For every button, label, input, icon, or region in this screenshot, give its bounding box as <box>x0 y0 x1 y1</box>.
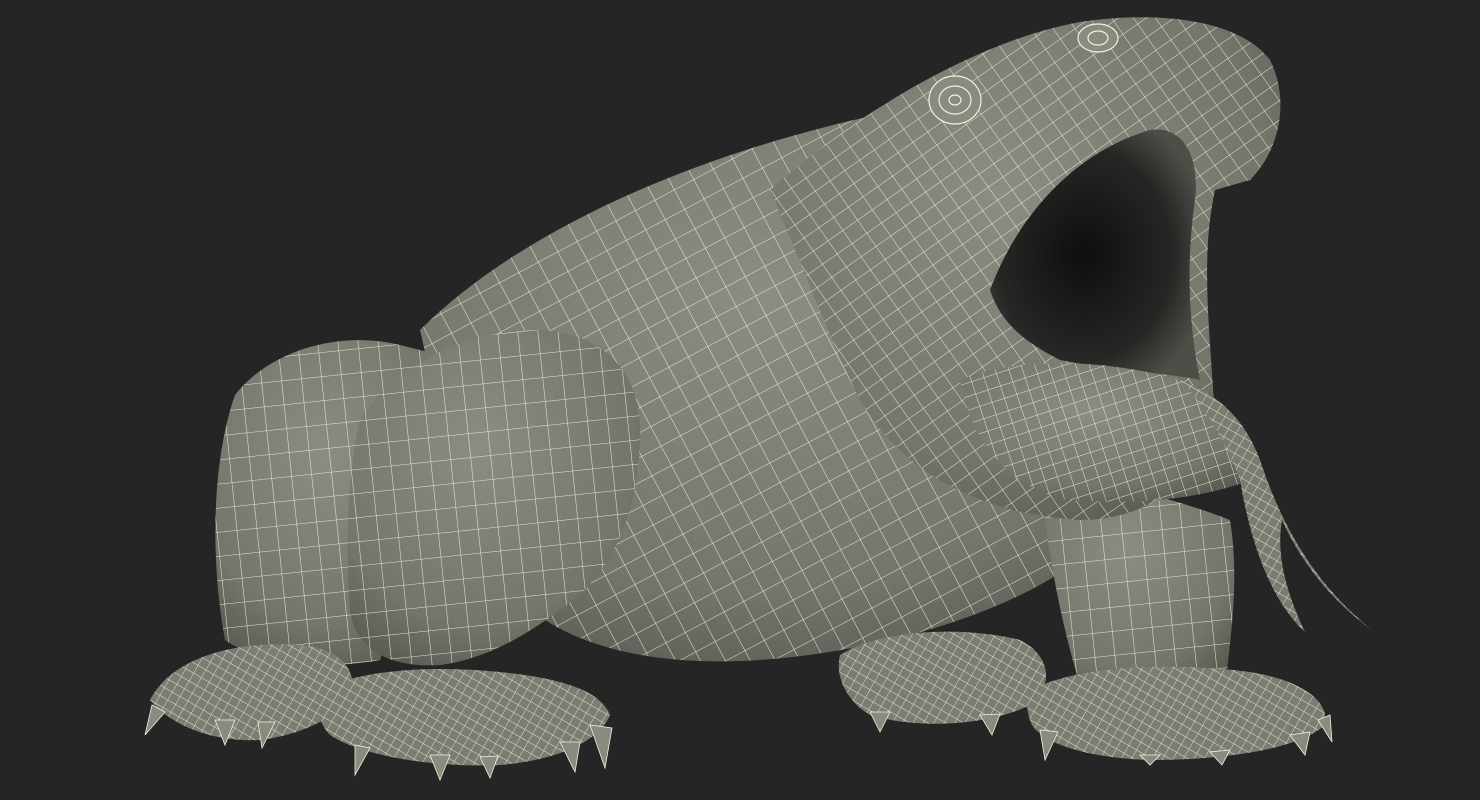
komodo-wireframe-render <box>144 17 1372 782</box>
front-right-foot <box>1027 666 1333 766</box>
render-viewport <box>0 0 1480 800</box>
eye-ring <box>928 75 982 125</box>
front-left-foot <box>317 669 613 782</box>
back-right-foot <box>838 631 1047 736</box>
nostril-ring <box>1077 23 1119 53</box>
